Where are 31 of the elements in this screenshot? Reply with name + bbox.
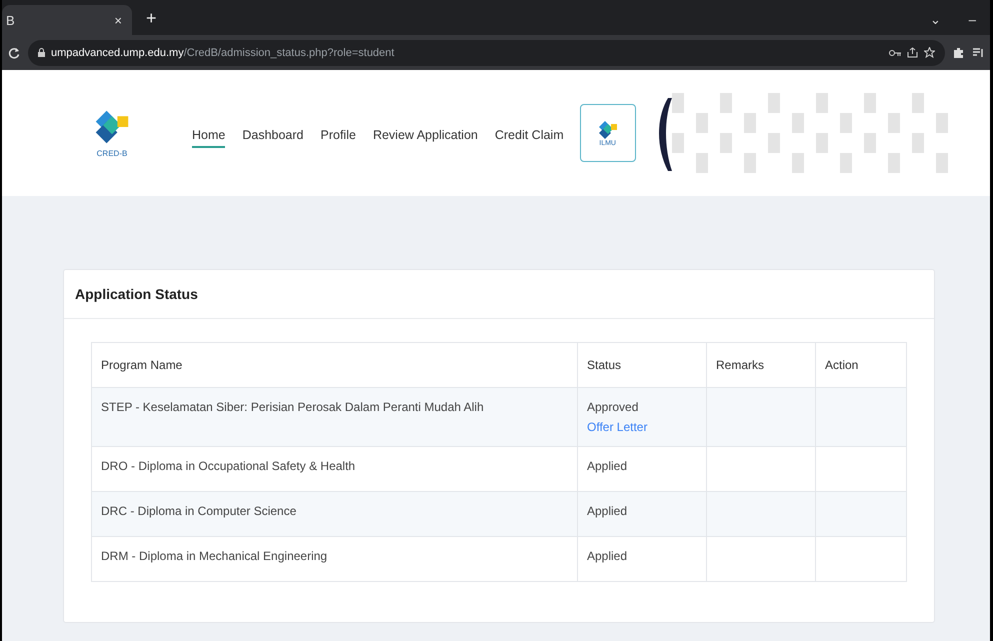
url-path: /CredB/admission_status.php?role=student (184, 46, 394, 58)
lock-icon (38, 48, 45, 57)
status-text: Applied (587, 504, 628, 518)
nav-link[interactable]: Review Application (372, 124, 478, 148)
status-text: Applied (587, 459, 628, 473)
status-text: Approved (587, 400, 638, 414)
close-tab-button[interactable]: × (114, 12, 122, 28)
tab-search-button[interactable]: ⌄ (930, 12, 941, 27)
nav-link[interactable]: Home (192, 124, 226, 148)
browser-tab[interactable]: B × (2, 5, 132, 35)
table-cell: DRM - Diploma in Mechanical Engineering (92, 536, 578, 582)
nav-link[interactable]: Profile (320, 124, 356, 148)
url-host: umpadvanced.ump.edu.my (51, 46, 184, 58)
tab-title: B (6, 12, 15, 28)
nav-link[interactable]: Dashboard (242, 124, 304, 148)
address-bar[interactable]: umpadvanced.ump.edu.my/CredB/admission_status.php?role=student (28, 40, 945, 66)
status-text: Applied (587, 549, 628, 563)
logo-text: CRED-B (96, 148, 128, 158)
new-tab-button[interactable]: + (146, 8, 157, 29)
puzzle-logo-icon (94, 108, 130, 144)
share-icon[interactable] (907, 47, 918, 58)
key-icon[interactable] (889, 48, 901, 56)
extensions-icon[interactable] (953, 47, 964, 58)
star-icon[interactable] (924, 47, 935, 58)
card-title: Application Status (75, 286, 198, 302)
puzzle-logo-icon (598, 120, 618, 140)
reading-list-icon[interactable] (972, 47, 984, 58)
nav-link[interactable]: Credit Claim (494, 124, 564, 148)
minimize-button[interactable]: – (968, 12, 976, 27)
column-header: Program Name (92, 342, 578, 388)
reload-icon[interactable] (8, 46, 20, 58)
